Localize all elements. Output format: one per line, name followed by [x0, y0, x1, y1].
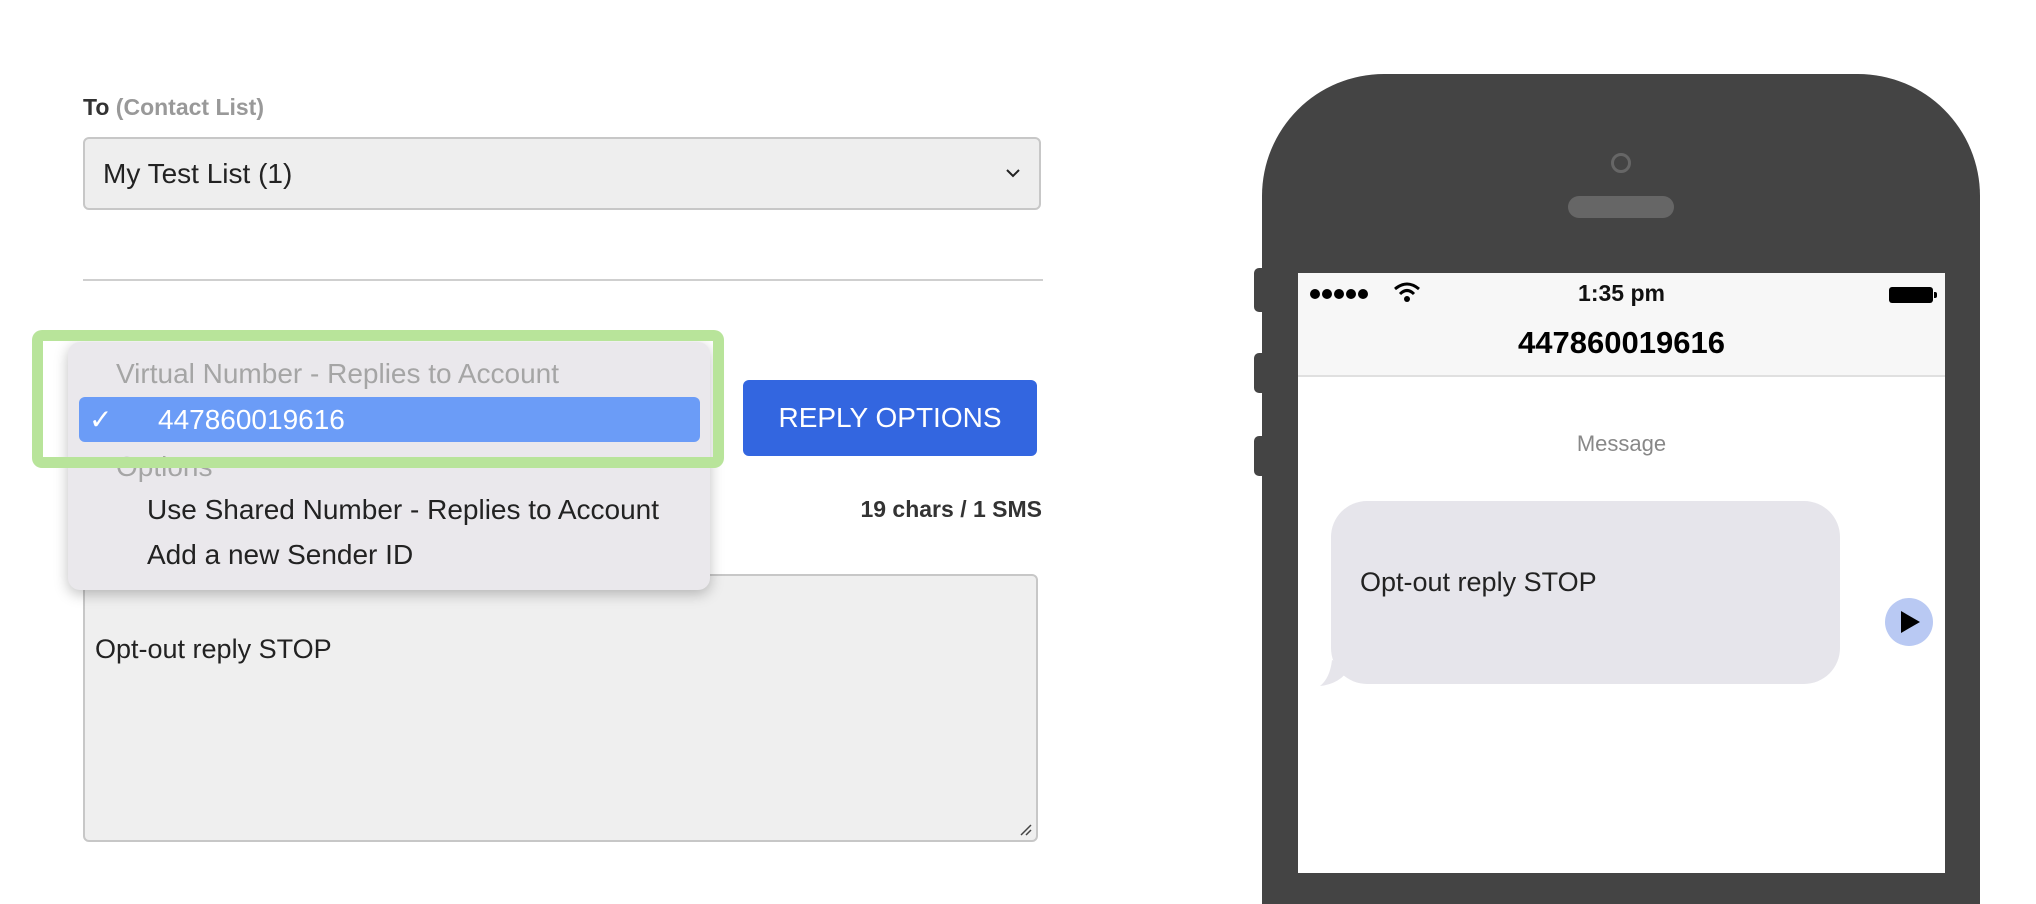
battery-icon	[1889, 287, 1937, 303]
phone-screen: 1:35 pm 447860019616 Message Opt-out rep…	[1298, 273, 1945, 873]
conversation-header: 447860019616	[1298, 311, 1945, 377]
char-count: 19 chars / 1 SMS	[860, 496, 1042, 522]
resize-handle-icon[interactable]	[1018, 822, 1032, 836]
message-textarea[interactable]: Opt-out reply STOP	[83, 574, 1038, 842]
bubble-tail	[1320, 660, 1350, 686]
divider	[83, 279, 1043, 281]
phone-speaker	[1568, 196, 1674, 218]
contact-number: 447860019616	[1518, 325, 1725, 360]
message-text: Opt-out reply STOP	[95, 634, 332, 664]
highlight-box	[32, 330, 724, 468]
phone-side-button	[1254, 436, 1266, 476]
status-time: 1:35 pm	[1578, 280, 1665, 306]
dropdown-option-add-sender-id[interactable]: Add a new Sender ID	[147, 539, 413, 571]
to-field-label: To (Contact List)	[83, 94, 264, 121]
to-label-text: To	[83, 94, 110, 120]
contact-list-select[interactable]: My Test List (1)	[83, 137, 1041, 210]
phone-camera-icon	[1611, 153, 1631, 173]
play-icon	[1901, 611, 1920, 633]
phone-side-button	[1254, 268, 1266, 312]
message-bubble: Opt-out reply STOP	[1331, 501, 1840, 684]
reply-options-button[interactable]: REPLY OPTIONS	[743, 380, 1037, 456]
dropdown-option-shared-number[interactable]: Use Shared Number - Replies to Account	[147, 494, 659, 526]
phone-side-button	[1254, 353, 1266, 393]
chevron-down-icon	[1006, 169, 1020, 178]
bubble-text: Opt-out reply STOP	[1360, 567, 1597, 597]
send-button[interactable]	[1885, 598, 1933, 646]
message-label: Message	[1576, 431, 1667, 456]
status-bar: 1:35 pm	[1298, 273, 1945, 311]
to-sublabel: (Contact List)	[115, 94, 265, 120]
contact-list-value: My Test List (1)	[103, 158, 293, 189]
